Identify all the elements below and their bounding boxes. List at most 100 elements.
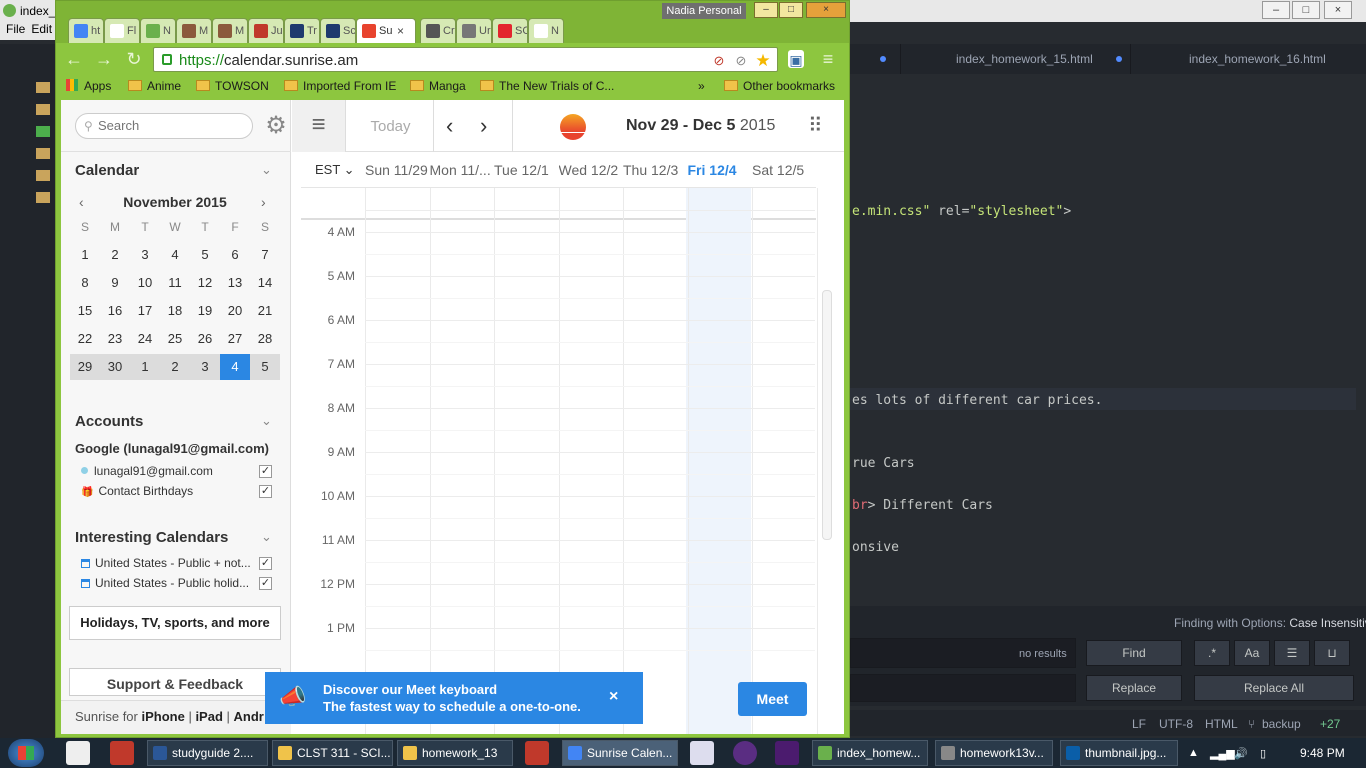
bookmark-new-trials[interactable]: The New Trials of C... — [480, 79, 614, 93]
taskbar-clock[interactable]: 9:48 PM — [1300, 746, 1345, 760]
mini-calendar-day[interactable]: 10 — [130, 270, 160, 296]
taskbar-window-button[interactable]: CLST 311 - SCI... — [272, 740, 393, 766]
tree-folder[interactable] — [22, 80, 52, 94]
mini-calendar-day[interactable]: 21 — [250, 298, 280, 324]
bookmark-star-icon[interactable]: ★ — [754, 52, 772, 70]
mini-calendar-day[interactable]: 2 — [100, 242, 130, 268]
browser-tab-active[interactable]: Su × — [356, 18, 416, 43]
pinned-app-icon[interactable] — [525, 741, 549, 765]
mini-calendar-day[interactable]: 26 — [190, 326, 220, 352]
browser-minimize-button[interactable]: – — [754, 2, 778, 18]
tab-close-icon[interactable]: × — [397, 24, 404, 38]
calendar-checkbox[interactable]: ✓ — [259, 557, 272, 570]
calendar-item-contact-birthdays[interactable]: 🎁 Contact Birthdays — [81, 484, 193, 498]
calendar-item-us-public[interactable]: United States - Public + not... — [81, 556, 251, 570]
browser-tab[interactable]: N — [140, 18, 176, 43]
browser-tab[interactable]: N — [528, 18, 564, 43]
grammar[interactable]: HTML — [1205, 717, 1238, 731]
address-bar[interactable]: https://calendar.sunrise.am ⊘ ⊘ ★ — [153, 47, 778, 72]
mini-calendar-day[interactable]: 3 — [190, 354, 220, 380]
mini-calendar-day[interactable]: 3 — [130, 242, 160, 268]
mini-calendar-day[interactable]: 30 — [100, 354, 130, 380]
mini-calendar-day[interactable]: 20 — [220, 298, 250, 324]
mini-calendar-day[interactable]: 28 — [250, 326, 280, 352]
bookmark-apps[interactable]: Apps — [66, 79, 111, 93]
calculator-icon[interactable] — [690, 741, 714, 765]
editor-tab[interactable] — [850, 44, 890, 74]
apps-grid-icon[interactable]: ⠿ — [808, 115, 830, 137]
find-button[interactable]: Find — [1086, 640, 1182, 666]
mini-calendar-day[interactable]: 1 — [130, 354, 160, 380]
mini-calendar-day[interactable]: 13 — [220, 270, 250, 296]
bookmark-towson[interactable]: TOWSON — [196, 79, 269, 93]
mini-calendar-day[interactable]: 16 — [100, 298, 130, 324]
day-header[interactable]: Wed 12/2 — [559, 162, 624, 178]
editor-close-button[interactable]: × — [1324, 1, 1352, 19]
chevron-down-icon[interactable]: ⌄ — [261, 162, 272, 178]
code-line[interactable]: br> Different Cars — [852, 498, 993, 513]
pinned-app-icon[interactable] — [733, 741, 757, 765]
week-grid[interactable]: 4 AM 5 AM 6 AM 7 AM 8 AM 9 AM 10 AM 11 AM 12 PM 1… — [301, 188, 818, 734]
browser-tab[interactable]: M — [176, 18, 212, 43]
calendar-checkbox[interactable]: ✓ — [259, 485, 272, 498]
bookmarks-overflow-button[interactable]: » — [698, 79, 705, 93]
find-input[interactable]: no results — [850, 638, 1076, 668]
mini-calendar-day[interactable]: 23 — [100, 326, 130, 352]
holidays-tv-sports-button[interactable]: Holidays, TV, sports, and more — [69, 606, 281, 640]
mini-calendar-day[interactable]: 6 — [220, 242, 250, 268]
mini-calendar-day[interactable]: 24 — [130, 326, 160, 352]
hamburger-menu-icon[interactable]: ≡ — [292, 100, 346, 152]
browser-tab[interactable]: Tr — [284, 18, 320, 43]
replace-all-button[interactable]: Replace All — [1194, 675, 1354, 701]
taskbar-window-button[interactable]: Sunrise Calen... — [562, 740, 678, 766]
taskbar-window-button[interactable]: thumbnail.jpg... — [1060, 740, 1178, 766]
tree-folder[interactable] — [22, 102, 52, 116]
bookmark-other[interactable]: Other bookmarks — [724, 79, 835, 93]
iphone-link[interactable]: iPhone — [141, 709, 184, 724]
browser-close-button[interactable]: × — [806, 2, 846, 18]
search-input[interactable] — [98, 118, 248, 133]
start-button[interactable] — [8, 739, 44, 767]
code-line[interactable]: onsive — [852, 540, 899, 555]
reload-icon[interactable]: ↻ — [124, 49, 144, 69]
browser-maximize-button[interactable]: □ — [779, 2, 803, 18]
tree-folder[interactable] — [22, 124, 52, 138]
mini-calendar-day[interactable]: 9 — [100, 270, 130, 296]
git-diff-count[interactable]: +27 — [1320, 717, 1340, 731]
code-line[interactable]: e.min.css" rel="stylesheet"> — [852, 204, 1071, 219]
code-line[interactable]: es lots of different car prices. — [852, 393, 1102, 408]
blocked-popup-icon[interactable]: ⊘ — [710, 52, 728, 70]
mini-calendar-day[interactable]: 12 — [190, 270, 220, 296]
whole-word-toggle-button[interactable]: ⊔ — [1314, 640, 1350, 666]
meet-button[interactable]: Meet — [738, 682, 807, 716]
accounts-section-header[interactable]: Accounts — [75, 413, 143, 430]
day-header[interactable]: Thu 12/3 — [623, 162, 688, 178]
banner-close-icon[interactable]: × — [609, 688, 618, 706]
editor-maximize-button[interactable]: □ — [1292, 1, 1320, 19]
mini-calendar-day[interactable]: 27 — [220, 326, 250, 352]
mini-calendar-day[interactable]: 22 — [70, 326, 100, 352]
chevron-down-icon[interactable]: ⌄ — [261, 529, 272, 545]
mini-calendar-day[interactable]: 4 — [220, 354, 250, 380]
android-link[interactable]: Andr — [234, 709, 264, 724]
bookmark-manga[interactable]: Manga — [410, 79, 466, 93]
mini-calendar-day[interactable]: 17 — [130, 298, 160, 324]
taskbar-window-button[interactable]: index_homew... — [812, 740, 928, 766]
mini-calendar-day[interactable]: 19 — [190, 298, 220, 324]
calendar-checkbox[interactable]: ✓ — [259, 465, 272, 478]
browser-tab[interactable]: Ur — [456, 18, 492, 43]
mini-calendar-day[interactable]: 2 — [160, 354, 190, 380]
profile-button[interactable]: Nadia Personal — [662, 3, 746, 19]
tray-overflow-icon[interactable]: ▲ — [1188, 747, 1199, 759]
network-icon[interactable]: ▂▄▆ — [1210, 747, 1235, 760]
taskbar-window-button[interactable]: homework_13 — [397, 740, 513, 766]
search-box[interactable]: ⚲ — [75, 113, 253, 139]
pinned-app-icon[interactable] — [66, 741, 90, 765]
ipad-link[interactable]: iPad — [195, 709, 222, 724]
browser-tab[interactable]: Cr — [420, 18, 456, 43]
calendar-section-header[interactable]: Calendar — [75, 162, 139, 179]
mini-calendar-day[interactable]: 11 — [160, 270, 190, 296]
indesign-icon[interactable] — [775, 741, 799, 765]
extension-icon[interactable]: ▣ — [788, 50, 804, 68]
back-icon[interactable]: ← — [64, 49, 84, 69]
